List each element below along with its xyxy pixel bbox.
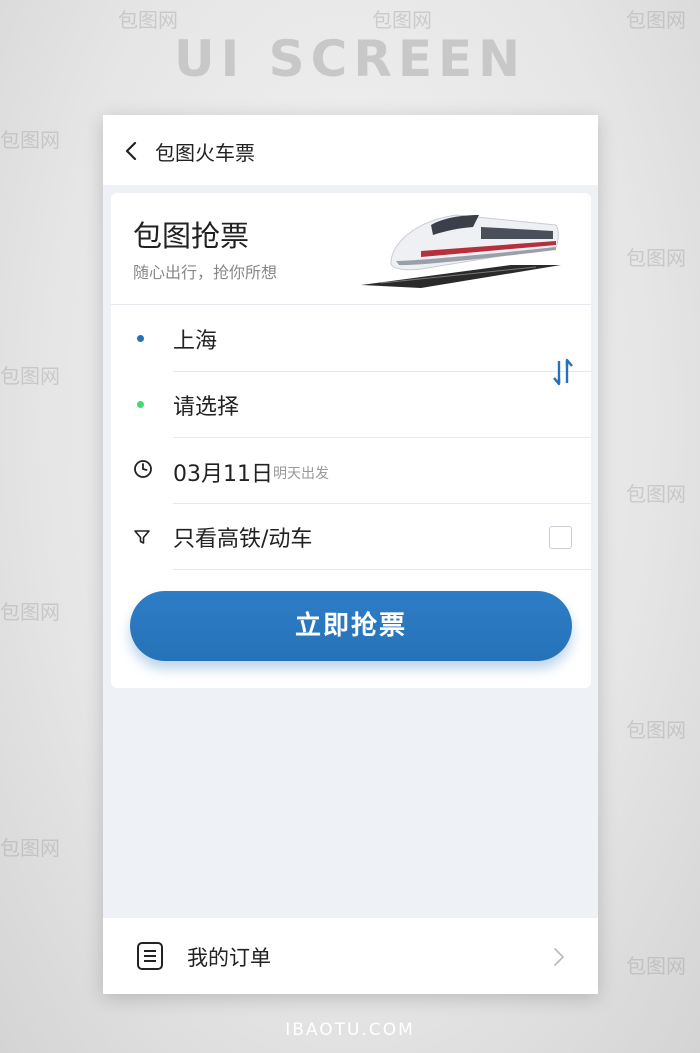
ticket-card: 包图抢票 随心出行，抢你所想 上海 请选择 03月11日 明天出发 只看高铁/动…: [111, 193, 591, 688]
row-divider: [173, 371, 591, 372]
row-divider: [173, 437, 591, 438]
list-document-icon: [137, 942, 163, 970]
row-divider: [173, 569, 591, 570]
my-orders-label[interactable]: 我的订单: [187, 942, 271, 972]
top-bar: 包图火车票: [103, 115, 598, 185]
page-title: 包图火车票: [155, 141, 255, 165]
header-divider: [111, 304, 591, 305]
row-divider: [173, 503, 591, 504]
clock-icon: [134, 460, 152, 478]
card-title: 包图抢票: [133, 219, 250, 253]
watermark: 包图网: [0, 364, 60, 388]
watermark: 包图网: [626, 8, 686, 32]
watermark: 包图网: [626, 246, 686, 270]
train-image: [361, 214, 561, 288]
high-speed-only-checkbox[interactable]: [549, 526, 572, 549]
filter-label: 只看高铁/动车: [173, 527, 313, 552]
chevron-left-icon[interactable]: [123, 141, 141, 161]
watermark: 包图网: [626, 482, 686, 506]
to-dot: [137, 401, 144, 408]
my-orders-bar[interactable]: 我的订单: [103, 918, 598, 994]
filter-icon: [134, 530, 150, 544]
date-value[interactable]: 03月11日: [173, 456, 273, 488]
watermark: 包图网: [0, 836, 60, 860]
watermark: 包图网: [0, 600, 60, 624]
from-station[interactable]: 上海: [173, 323, 217, 355]
chevron-right-icon[interactable]: [553, 947, 565, 967]
watermark: 包图网: [372, 8, 432, 32]
swap-arrows-icon[interactable]: [551, 356, 575, 388]
to-station[interactable]: 请选择: [173, 389, 239, 421]
from-dot: [137, 335, 144, 342]
card-subtitle: 随心出行，抢你所想: [133, 263, 278, 282]
watermark: 包图网: [626, 718, 686, 742]
watermark: 包图网: [626, 954, 686, 978]
watermark: 包图网: [118, 8, 178, 32]
background-footer: IBAOTU.COM: [285, 1020, 415, 1040]
grab-ticket-button[interactable]: 立即抢票: [130, 591, 572, 661]
watermark: 包图网: [0, 128, 60, 152]
phone-screen: 包图火车票 包图抢票 随心出行，抢你所想 上海 请选择 03月11日 明天出发 …: [103, 115, 598, 994]
background-title: UI SCREEN: [174, 30, 526, 88]
date-hint: 明天出发: [273, 466, 329, 482]
